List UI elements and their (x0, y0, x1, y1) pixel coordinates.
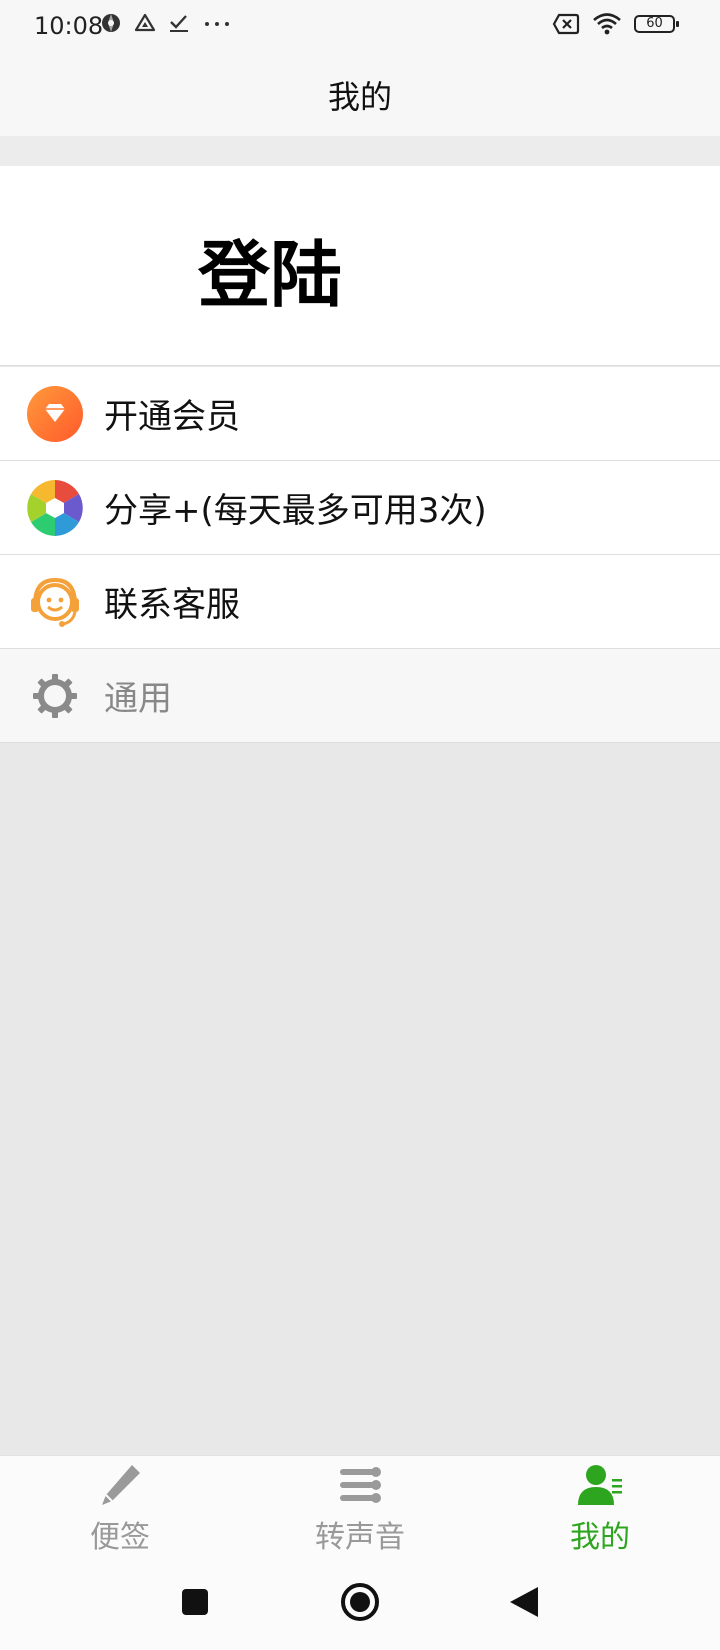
system-nav-bar (0, 1560, 720, 1650)
status-time: 10:08 (34, 12, 104, 40)
tab-label-notes: 便签 (90, 1520, 150, 1555)
back-triangle-icon[interactable] (508, 1585, 540, 1619)
menu-label-share: 分享+(每天最多可用3次) (104, 491, 487, 531)
status-right-icons: 60 (552, 12, 680, 36)
tab-label-to-voice: 转声音 (315, 1520, 405, 1555)
title-bar: 我的 (0, 54, 720, 136)
more-dots-icon (205, 22, 229, 26)
menu-item-membership[interactable]: 开通会员 (0, 367, 720, 461)
equalizer-icon (340, 1467, 381, 1503)
status-bar: 10:08 60 (0, 0, 720, 54)
menu-label-general: 通用 (104, 679, 172, 719)
menu-item-share[interactable]: 分享+(每天最多可用3次) (0, 461, 720, 555)
menu-item-customer-service[interactable]: 联系客服 (0, 555, 720, 649)
tab-notes[interactable]: 便签 (0, 1456, 240, 1561)
recents-square-icon[interactable] (180, 1587, 210, 1617)
settings-menu: 开通会员 分享+(每天最多可用3次) 联系客服 通用 (0, 367, 720, 743)
drive-icon (134, 13, 156, 32)
wifi-icon (593, 13, 621, 35)
status-left-icons (100, 12, 232, 34)
customer-service-icon (31, 577, 79, 627)
home-circle-icon[interactable] (340, 1582, 380, 1622)
page-title: 我的 (327, 78, 392, 116)
sim-off-icon (552, 13, 580, 35)
bottom-tab-bar: 便签 转声音 我的 (0, 1455, 720, 1560)
pencil-icon (102, 1465, 140, 1505)
battery-level: 60 (646, 16, 663, 31)
separator-strip (0, 136, 720, 166)
checkmark-icon (170, 15, 188, 32)
gear-icon (33, 674, 77, 718)
battery-icon: 60 (634, 13, 680, 35)
tab-mine[interactable]: 我的 (480, 1456, 720, 1561)
tab-label-mine: 我的 (570, 1520, 630, 1555)
aperture-share-icon (27, 480, 83, 536)
login-button[interactable]: 登陆 (198, 216, 342, 321)
app-icon (102, 14, 120, 32)
menu-label-membership: 开通会员 (104, 397, 240, 437)
diamond-icon (27, 386, 83, 442)
menu-item-general[interactable]: 通用 (0, 649, 720, 743)
tab-to-voice[interactable]: 转声音 (240, 1456, 480, 1561)
menu-label-customer-service: 联系客服 (104, 585, 240, 625)
user-icon (578, 1465, 622, 1505)
login-panel[interactable]: 登陆 (0, 166, 720, 366)
